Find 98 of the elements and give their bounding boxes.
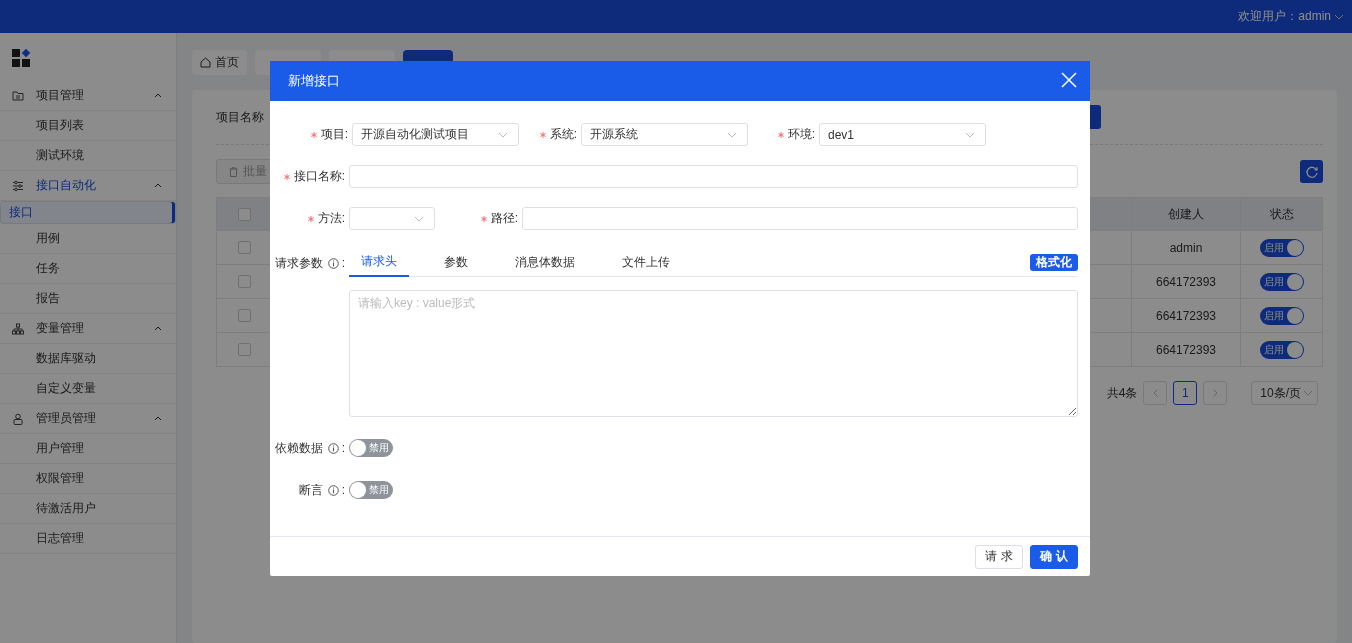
sitemap-icon	[12, 322, 24, 335]
toggle-switch[interactable]: 禁用	[349, 481, 393, 499]
page-size-select[interactable]: 10条/页	[1251, 381, 1318, 405]
field-label: 环境:	[787, 126, 815, 143]
field-label: 请求参数	[274, 254, 323, 272]
input-field[interactable]	[349, 165, 1078, 188]
menu-item[interactable]: 日志管理	[0, 524, 176, 554]
menu-group[interactable]: 管理员管理	[0, 404, 176, 434]
status-switch[interactable]: 启用	[1259, 272, 1304, 291]
sliders-icon	[12, 179, 24, 192]
column-header: 创建人	[1131, 198, 1240, 230]
chevron-up-icon	[154, 93, 162, 98]
table-cell: 664172393	[1131, 265, 1240, 298]
total-count: 共4条	[1106, 384, 1138, 402]
tab[interactable]: 文件上传	[610, 248, 682, 277]
chevron-down-icon	[498, 131, 508, 138]
refresh-button[interactable]	[1300, 160, 1323, 183]
chevron-right-icon	[1212, 389, 1218, 397]
menu-group[interactable]: 项目管理	[0, 81, 176, 111]
user-lock-icon	[12, 412, 24, 425]
home-icon	[200, 57, 211, 68]
menu-item[interactable]: 接口	[0, 201, 176, 224]
required-icon	[283, 173, 290, 180]
chevron-down-icon	[1303, 390, 1313, 396]
prev-page-button[interactable]	[1143, 381, 1168, 405]
checkbox[interactable]	[237, 343, 251, 356]
field-label: 方法:	[317, 210, 345, 227]
menu-group[interactable]: 变量管理	[0, 314, 176, 344]
select-field[interactable]: 开源自动化测试项目	[352, 123, 519, 146]
field-label: 项目:	[320, 126, 348, 143]
menu-item[interactable]: 用例	[0, 224, 176, 254]
menu-item[interactable]: 数据库驱动	[0, 344, 176, 374]
required-icon	[539, 131, 546, 138]
page-tab[interactable]: 首页	[192, 50, 247, 75]
label-colon: :	[341, 483, 345, 497]
menu-item[interactable]: 测试环境	[0, 141, 176, 171]
text-area[interactable]: 请输入key : value形式	[349, 290, 1078, 417]
menu-item[interactable]: 报告	[0, 284, 176, 314]
user-menu[interactable]: 欢迎用户：admin	[1238, 8, 1344, 25]
label-colon: :	[341, 441, 345, 455]
checkbox[interactable]	[237, 309, 251, 322]
menu-item[interactable]: 自定义变量	[0, 374, 176, 404]
field-label: 接口名称:	[293, 168, 345, 185]
info-icon	[327, 257, 339, 269]
tab[interactable]: 请求头	[349, 248, 409, 277]
input-field[interactable]	[522, 207, 1078, 230]
chevron-up-icon	[154, 326, 162, 331]
dialog-title: 新增接口	[288, 72, 340, 90]
field-label: 路径:	[490, 210, 518, 227]
chevron-left-icon	[1152, 389, 1158, 397]
page-button[interactable]: 1	[1173, 381, 1198, 405]
tab[interactable]: 参数	[432, 248, 480, 277]
trash-icon	[229, 166, 238, 177]
select-field[interactable]	[349, 207, 435, 230]
status-switch[interactable]: 启用	[1259, 238, 1304, 257]
chevron-up-icon	[154, 416, 162, 421]
close-icon[interactable]	[1061, 71, 1077, 88]
status-switch[interactable]: 启用	[1259, 340, 1304, 359]
required-icon	[480, 215, 487, 222]
required-icon	[777, 131, 784, 138]
checkbox[interactable]	[237, 275, 251, 288]
folder-icon	[12, 89, 24, 102]
toggle-switch[interactable]: 禁用	[349, 439, 393, 457]
menu-item[interactable]: 权限管理	[0, 464, 176, 494]
menu-item[interactable]: 任务	[0, 254, 176, 284]
table-cell: 664172393	[1131, 333, 1240, 366]
label-colon: :	[341, 256, 345, 270]
menu-item[interactable]: 待激活用户	[0, 494, 176, 524]
chevron-up-icon	[154, 183, 162, 188]
format-button[interactable]: 格式化	[1030, 254, 1078, 271]
menu-item[interactable]: 项目列表	[0, 111, 176, 141]
field-label: 依赖数据	[274, 439, 323, 457]
field-label: 系统:	[549, 126, 577, 143]
chevron-down-icon	[414, 215, 424, 222]
field-label: 断言	[298, 481, 323, 499]
tab[interactable]: 消息体数据	[503, 248, 587, 277]
select-field[interactable]: 开源系统	[581, 123, 748, 146]
info-icon	[327, 484, 339, 496]
refresh-icon	[1304, 164, 1319, 179]
chevron-down-icon	[1334, 13, 1344, 20]
table-cell: 664172393	[1131, 299, 1240, 332]
checkbox[interactable]	[237, 207, 251, 221]
column-header: 状态	[1240, 198, 1322, 230]
required-icon	[307, 215, 314, 222]
next-page-button[interactable]	[1203, 381, 1228, 405]
logo-icon	[12, 49, 32, 67]
chevron-down-icon	[727, 131, 737, 138]
select-field[interactable]: dev1	[819, 123, 986, 146]
info-icon	[327, 442, 339, 454]
required-icon	[310, 131, 317, 138]
checkbox[interactable]	[237, 241, 251, 254]
filter-label: 项目名称	[216, 108, 264, 126]
table-cell: admin	[1131, 231, 1240, 264]
chevron-down-icon	[965, 131, 975, 138]
menu-item[interactable]: 用户管理	[0, 434, 176, 464]
status-switch[interactable]: 启用	[1259, 306, 1304, 325]
request-button[interactable]: 请 求	[975, 544, 1023, 569]
confirm-button[interactable]: 确 认	[1030, 544, 1078, 569]
